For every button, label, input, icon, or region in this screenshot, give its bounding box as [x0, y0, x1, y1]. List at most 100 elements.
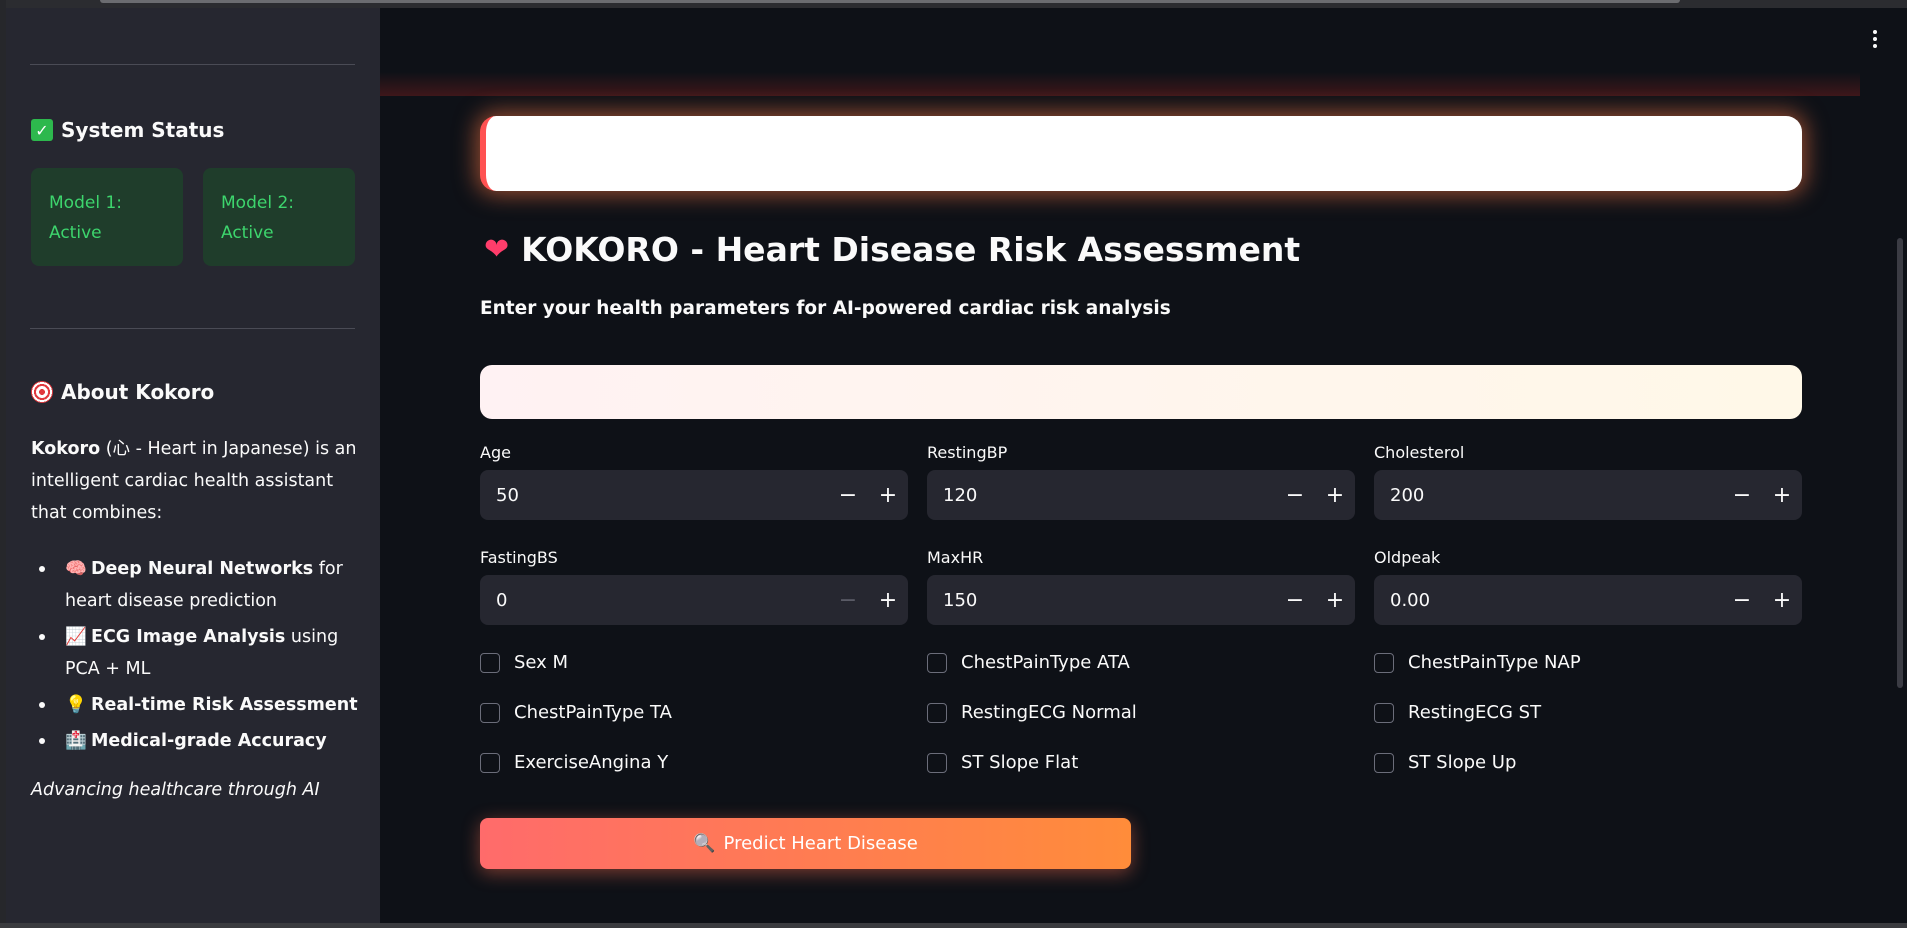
oldpeak-label: Oldpeak — [1374, 548, 1441, 567]
checkbox-label: Sex M — [514, 652, 569, 673]
list-item: 🧠 Deep Neural Networks for heart disease … — [36, 553, 366, 617]
checkbox-restingecg-st[interactable]: RestingECG ST — [1374, 702, 1541, 723]
model-2-state: Active — [221, 223, 274, 243]
scrollbar[interactable] — [1897, 238, 1903, 688]
about-title: About Kokoro — [31, 380, 214, 404]
cholesterol-input[interactable]: 200 − + — [1374, 470, 1802, 520]
oldpeak-decrement-button[interactable]: − — [1722, 575, 1762, 625]
cholesterol-label: Cholesterol — [1374, 443, 1465, 462]
restingbp-field: RestingBP 120 − + — [927, 442, 1355, 520]
about-title-label: About Kokoro — [61, 380, 215, 404]
list-item: 📈 ECG Image Analysis using PCA + ML — [36, 621, 366, 685]
checkbox-st-slope-up[interactable]: ST Slope Up — [1374, 752, 1516, 773]
sidebar: ✓ System Status Model 1: Active Model 2:… — [6, 8, 380, 923]
checkbox-label: ST Slope Up — [1408, 752, 1517, 773]
checkbox-box[interactable] — [1374, 702, 1394, 723]
checkbox-box[interactable] — [927, 702, 947, 723]
checkbox-label: ChestPainType ATA — [961, 652, 1130, 673]
list-item: 🏥 Medical-grade Accuracy — [36, 725, 366, 757]
checkbox-label: RestingECG Normal — [961, 702, 1137, 723]
highlight-bar — [480, 365, 1802, 419]
checkbox-st-slope-flat[interactable]: ST Slope Flat — [927, 752, 1078, 773]
maxhr-field: MaxHR 150 − + — [927, 547, 1355, 625]
fastingbs-value[interactable]: 0 — [480, 590, 828, 611]
header-banner — [480, 116, 1802, 191]
hospital-icon: 🏥 — [65, 731, 87, 751]
checkbox-sex-m[interactable]: Sex M — [480, 652, 568, 673]
feature-name: Deep Neural Networks — [91, 559, 314, 579]
sidebar-tagline: Advancing healthcare through AI — [31, 780, 320, 800]
checkbox-box[interactable] — [480, 702, 500, 723]
model-1-state: Active — [49, 223, 102, 243]
fastingbs-label: FastingBS — [480, 548, 558, 567]
age-label: Age — [480, 443, 511, 462]
checkbox-chestpain-nap[interactable]: ChestPainType NAP — [1374, 652, 1581, 673]
fastingbs-input[interactable]: 0 − + — [480, 575, 908, 625]
feature-name: Real-time Risk Assessment — [91, 695, 358, 715]
checkbox-restingecg-normal[interactable]: RestingECG Normal — [927, 702, 1137, 723]
main-content: ❤ KOKORO - Heart Disease Risk Assessment… — [380, 8, 1907, 923]
model-1-label: Model 1: — [49, 193, 122, 213]
checkbox-exerciseangina-y[interactable]: ExerciseAngina Y — [480, 752, 668, 773]
age-decrement-button[interactable]: − — [828, 470, 868, 520]
checkbox-label: RestingECG ST — [1408, 702, 1542, 723]
page-subtitle: Enter your health parameters for AI-powe… — [480, 298, 1171, 319]
window-top-frame — [0, 0, 1907, 8]
model-2-label: Model 2: — [221, 193, 294, 213]
restingbp-label: RestingBP — [927, 443, 1008, 462]
model-2-status-card: Model 2: Active — [203, 168, 355, 266]
oldpeak-field: Oldpeak 0.00 − + — [1374, 547, 1802, 625]
brain-icon: 🧠 — [65, 559, 87, 579]
oldpeak-input[interactable]: 0.00 − + — [1374, 575, 1802, 625]
age-input[interactable]: 50 − + — [480, 470, 908, 520]
maxhr-input[interactable]: 150 − + — [927, 575, 1355, 625]
more-menu-icon[interactable] — [1873, 30, 1877, 48]
checkbox-label: ST Slope Flat — [961, 752, 1079, 773]
checkbox-box[interactable] — [1374, 652, 1394, 673]
sidebar-divider — [30, 64, 355, 65]
model-1-status-card: Model 1: Active — [31, 168, 183, 266]
checkbox-box[interactable] — [1374, 752, 1394, 773]
maxhr-label: MaxHR — [927, 548, 984, 567]
restingbp-decrement-button[interactable]: − — [1275, 470, 1315, 520]
checkbox-label: ChestPainType TA — [514, 702, 672, 723]
cholesterol-field: Cholesterol 200 − + — [1374, 442, 1802, 520]
cholesterol-decrement-button[interactable]: − — [1722, 470, 1762, 520]
restingbp-input[interactable]: 120 − + — [927, 470, 1355, 520]
age-value[interactable]: 50 — [480, 485, 828, 506]
checkbox-box[interactable] — [480, 752, 500, 773]
maxhr-increment-button[interactable]: + — [1315, 575, 1355, 625]
cholesterol-increment-button[interactable]: + — [1762, 470, 1802, 520]
fastingbs-increment-button[interactable]: + — [868, 575, 908, 625]
system-status-label: System Status — [61, 118, 225, 142]
checkbox-box[interactable] — [927, 652, 947, 673]
age-increment-button[interactable]: + — [868, 470, 908, 520]
checkbox-chestpain-ta[interactable]: ChestPainType TA — [480, 702, 672, 723]
fastingbs-field: FastingBS 0 − + — [480, 547, 908, 625]
maxhr-decrement-button[interactable]: − — [1275, 575, 1315, 625]
list-item: 💡 Real-time Risk Assessment — [36, 689, 366, 721]
header-glow — [380, 72, 1860, 96]
page-title: ❤ KOKORO - Heart Disease Risk Assessment — [484, 230, 1300, 269]
predict-button[interactable]: 🔍 Predict Heart Disease — [480, 818, 1131, 869]
page-title-text: KOKORO - Heart Disease Risk Assessment — [521, 230, 1301, 269]
restingbp-increment-button[interactable]: + — [1315, 470, 1355, 520]
sidebar-divider — [30, 328, 355, 329]
cholesterol-value[interactable]: 200 — [1374, 485, 1722, 506]
checkbox-box[interactable] — [927, 752, 947, 773]
predict-button-label: Predict Heart Disease — [723, 833, 918, 854]
target-icon — [31, 381, 53, 403]
checkbox-chestpain-ata[interactable]: ChestPainType ATA — [927, 652, 1130, 673]
chart-icon: 📈 — [65, 627, 87, 647]
heart-icon: ❤ — [484, 232, 510, 267]
lightbulb-icon: 💡 — [65, 695, 87, 715]
window-bottom-frame — [0, 923, 1907, 928]
checkbox-box[interactable] — [480, 652, 500, 673]
checkbox-label: ExerciseAngina Y — [514, 752, 669, 773]
checkbox-label: ChestPainType NAP — [1408, 652, 1581, 673]
maxhr-value[interactable]: 150 — [927, 590, 1275, 611]
oldpeak-value[interactable]: 0.00 — [1374, 590, 1722, 611]
restingbp-value[interactable]: 120 — [927, 485, 1275, 506]
oldpeak-increment-button[interactable]: + — [1762, 575, 1802, 625]
fastingbs-decrement-button[interactable]: − — [828, 575, 868, 625]
